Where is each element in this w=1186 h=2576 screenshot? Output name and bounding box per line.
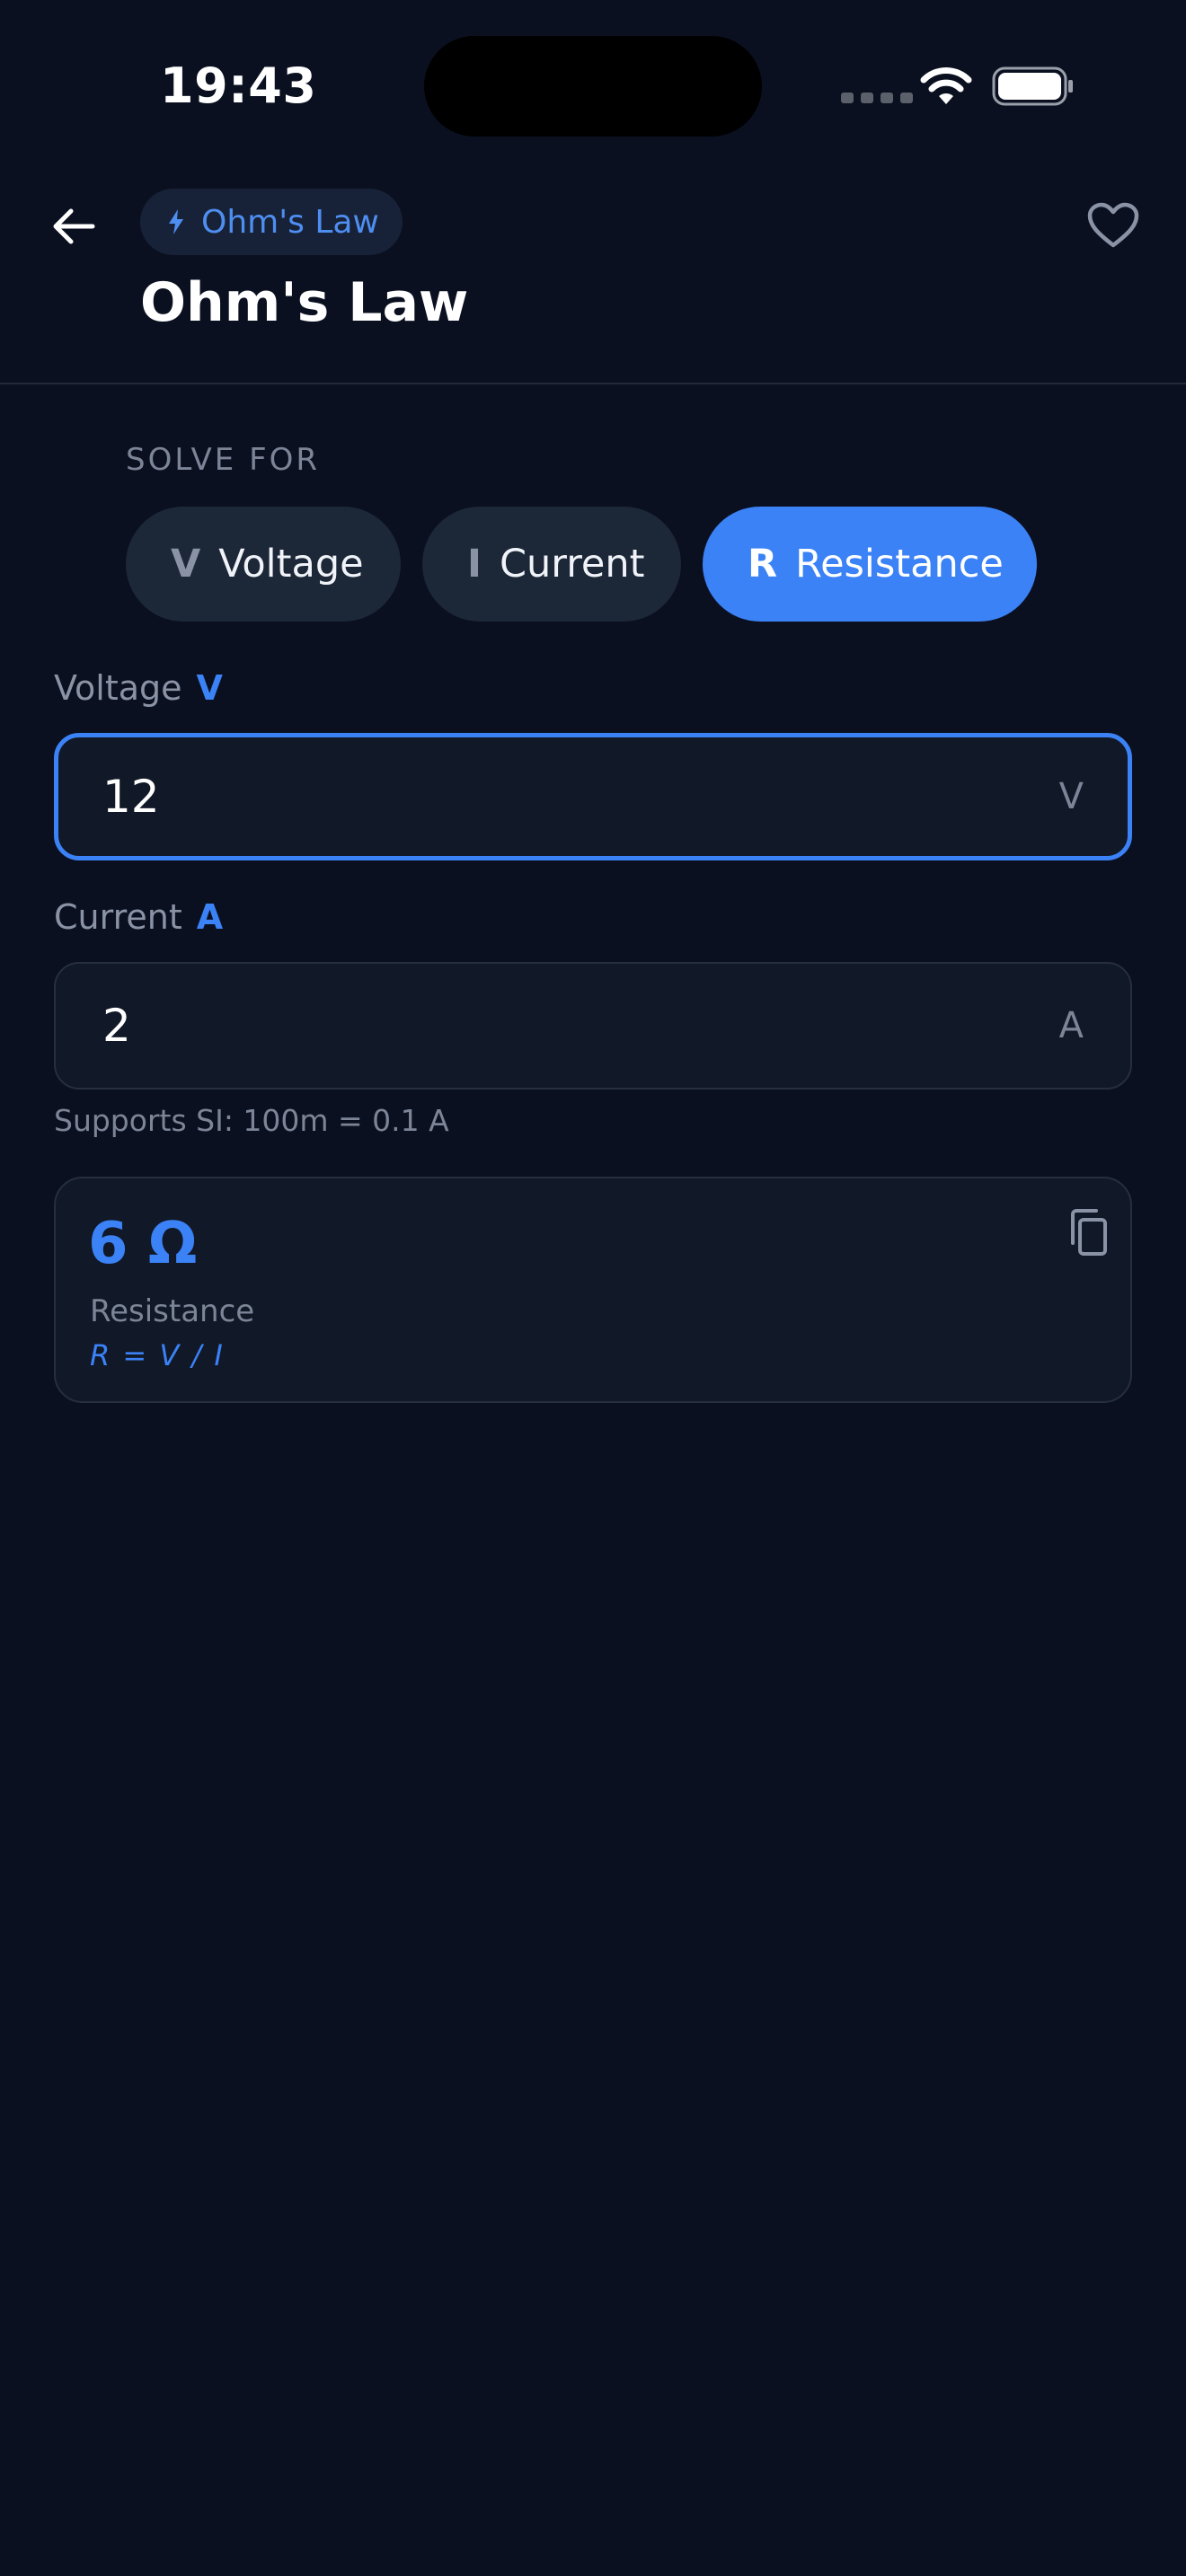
- current-field-label: Current A: [54, 897, 223, 937]
- result-value: 6 Ω: [88, 1211, 198, 1277]
- solve-for-label: SOLVE FOR: [126, 442, 321, 478]
- current-label-symbol: A: [196, 897, 224, 937]
- back-button[interactable]: [45, 198, 102, 255]
- cellular-signal-icon: [841, 93, 913, 103]
- solve-for-current-option[interactable]: I Current: [422, 507, 681, 622]
- result-card: 6 Ω Resistance R = V / I: [54, 1177, 1132, 1403]
- current-option-label: Current: [500, 542, 645, 587]
- solve-for-segmented-control: V Voltage I Current R Resistance: [126, 507, 1037, 622]
- voltage-field-label: Voltage V: [54, 668, 223, 708]
- battery-icon: [992, 66, 1073, 106]
- arrow-left-icon: [53, 208, 95, 244]
- current-input[interactable]: 2 A: [54, 962, 1132, 1090]
- page-title: Ohm's Law: [140, 271, 469, 334]
- voltage-input-unit: V: [1058, 776, 1084, 817]
- voltage-input[interactable]: 12 V: [54, 733, 1132, 860]
- si-prefix-hint: Supports SI: 100m = 0.1 A: [54, 1103, 449, 1138]
- solve-for-voltage-option[interactable]: V Voltage: [126, 507, 401, 622]
- copy-icon: [1071, 1209, 1107, 1256]
- heart-outline-icon: [1087, 202, 1139, 248]
- current-symbol: I: [467, 542, 482, 587]
- dynamic-island: [424, 36, 762, 137]
- header: Ohm's Law Ohm's Law: [0, 171, 1186, 384]
- lightning-bolt-icon: [169, 209, 183, 234]
- wifi-icon: [920, 67, 972, 104]
- voltage-label-text: Voltage: [54, 668, 182, 708]
- current-input-unit: A: [1058, 1005, 1084, 1046]
- category-label: Ohm's Law: [201, 203, 379, 241]
- resistance-symbol: R: [748, 542, 778, 587]
- solve-for-resistance-option[interactable]: R Resistance: [703, 507, 1037, 622]
- status-bar: 19:43: [0, 0, 1186, 171]
- current-input-value: 2: [102, 1000, 131, 1052]
- voltage-label-symbol: V: [196, 668, 223, 708]
- result-formula: R = V / I: [90, 1338, 225, 1372]
- favorite-button[interactable]: [1084, 196, 1143, 255]
- resistance-option-label: Resistance: [795, 542, 1004, 587]
- voltage-option-label: Voltage: [218, 542, 364, 587]
- category-badge[interactable]: Ohm's Law: [140, 189, 403, 255]
- result-label: Resistance: [90, 1293, 255, 1329]
- status-time: 19:43: [160, 57, 317, 114]
- current-label-text: Current: [54, 897, 182, 937]
- voltage-input-value: 12: [102, 771, 160, 823]
- voltage-symbol: V: [171, 542, 201, 587]
- copy-result-button[interactable]: [1066, 1207, 1111, 1257]
